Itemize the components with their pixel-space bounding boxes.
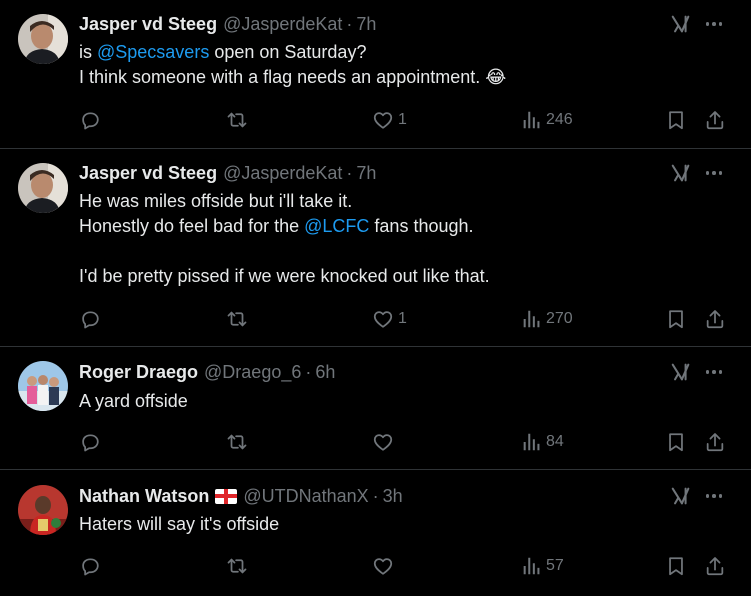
separator-dot: · <box>372 485 379 506</box>
likes-count: 1 <box>398 310 407 327</box>
bookmark-button[interactable] <box>665 108 687 132</box>
author-name[interactable]: Roger Draego <box>79 362 198 383</box>
likes-count: 1 <box>398 111 407 128</box>
separator-dot: · <box>346 13 353 34</box>
share-button[interactable] <box>704 108 726 132</box>
like-button[interactable]: 1 <box>372 108 407 132</box>
like-button[interactable] <box>372 554 398 578</box>
reply-icon <box>79 431 101 453</box>
more-icon[interactable] <box>703 162 725 184</box>
share-icon <box>704 109 726 131</box>
author-name[interactable]: Jasper vd Steeg <box>79 14 217 35</box>
bookmark-button[interactable] <box>665 307 687 331</box>
views-button[interactable]: 57 <box>520 554 564 578</box>
reply-button[interactable] <box>79 307 101 331</box>
views-icon <box>520 431 542 453</box>
repost-icon <box>226 431 248 453</box>
repost-icon <box>226 555 248 577</box>
like-button[interactable]: 1 <box>372 307 407 331</box>
text-segment: Haters will say it's offside <box>79 514 280 534</box>
tweet-text: A yard offside <box>79 389 679 414</box>
tweet-header: Roger Draego @Draego_6 · 6h <box>79 361 335 383</box>
like-icon <box>372 431 394 453</box>
author-handle[interactable]: @Draego_6 <box>204 362 301 383</box>
text-segment: is <box>79 42 97 62</box>
share-button[interactable] <box>704 430 726 454</box>
repost-button[interactable] <box>226 430 248 454</box>
more-icon[interactable] <box>703 13 725 35</box>
share-icon <box>704 555 726 577</box>
avatar[interactable] <box>18 485 68 535</box>
tweet-header: Nathan Watson @UTDNathanX · 3h <box>79 485 403 507</box>
views-count: 57 <box>546 557 564 574</box>
repost-icon <box>226 308 248 330</box>
like-icon <box>372 308 394 330</box>
reply-button[interactable] <box>79 430 101 454</box>
bookmark-icon <box>665 308 687 330</box>
bookmark-icon <box>665 109 687 131</box>
grok-icon[interactable] <box>670 13 692 35</box>
reply-button[interactable] <box>79 554 101 578</box>
avatar[interactable] <box>18 361 68 411</box>
england-flag-icon <box>215 488 238 504</box>
tweet-header: Jasper vd Steeg @JasperdeKat · 7h <box>79 13 376 35</box>
share-button[interactable] <box>704 307 726 331</box>
divider <box>0 148 751 149</box>
bookmark-button[interactable] <box>665 554 687 578</box>
bookmark-icon <box>665 431 687 453</box>
like-icon <box>372 555 394 577</box>
views-button[interactable]: 84 <box>520 430 564 454</box>
tweet-header: Jasper vd Steeg @JasperdeKat · 7h <box>79 162 376 184</box>
timestamp[interactable]: 7h <box>356 163 376 184</box>
timestamp[interactable]: 7h <box>356 14 376 35</box>
bookmark-icon <box>665 555 687 577</box>
like-icon <box>372 109 394 131</box>
grok-icon[interactable] <box>670 361 692 383</box>
divider <box>0 469 751 470</box>
tweet-text: is @Specsavers open on Saturday? I think… <box>79 40 679 90</box>
timestamp[interactable]: 6h <box>315 362 335 383</box>
tweet-text: He was miles offside but i'll take it. H… <box>79 189 679 289</box>
views-icon <box>520 308 542 330</box>
more-icon[interactable] <box>703 361 725 383</box>
grok-icon[interactable] <box>670 485 692 507</box>
author-handle[interactable]: @JasperdeKat <box>223 163 342 184</box>
timestamp[interactable]: 3h <box>383 486 403 507</box>
avatar[interactable] <box>18 163 68 213</box>
tweet-text: Haters will say it's offside <box>79 512 679 537</box>
reply-icon <box>79 109 101 131</box>
mention-link[interactable]: @Specsavers <box>97 42 209 62</box>
views-button[interactable]: 270 <box>520 307 573 331</box>
views-count: 270 <box>546 310 573 327</box>
share-icon <box>704 431 726 453</box>
text-segment: A yard offside <box>79 391 188 411</box>
author-handle[interactable]: @UTDNathanX <box>243 486 368 507</box>
avatar[interactable] <box>18 14 68 64</box>
like-button[interactable] <box>372 430 398 454</box>
views-icon <box>520 109 542 131</box>
views-count: 84 <box>546 433 564 450</box>
repost-button[interactable] <box>226 307 248 331</box>
author-name[interactable]: Jasper vd Steeg <box>79 163 217 184</box>
repost-icon <box>226 109 248 131</box>
share-button[interactable] <box>704 554 726 578</box>
repost-button[interactable] <box>226 554 248 578</box>
views-button[interactable]: 246 <box>520 108 573 132</box>
reply-button[interactable] <box>79 108 101 132</box>
mention-link[interactable]: @LCFC <box>304 216 369 236</box>
reply-icon <box>79 555 101 577</box>
more-icon[interactable] <box>703 485 725 507</box>
bookmark-button[interactable] <box>665 430 687 454</box>
author-handle[interactable]: @JasperdeKat <box>223 14 342 35</box>
author-name[interactable]: Nathan Watson <box>79 486 209 507</box>
divider <box>0 346 751 347</box>
views-icon <box>520 555 542 577</box>
share-icon <box>704 308 726 330</box>
repost-button[interactable] <box>226 108 248 132</box>
separator-dot: · <box>346 162 353 183</box>
grok-icon[interactable] <box>670 162 692 184</box>
reply-icon <box>79 308 101 330</box>
separator-dot: · <box>305 361 312 382</box>
views-count: 246 <box>546 111 573 128</box>
